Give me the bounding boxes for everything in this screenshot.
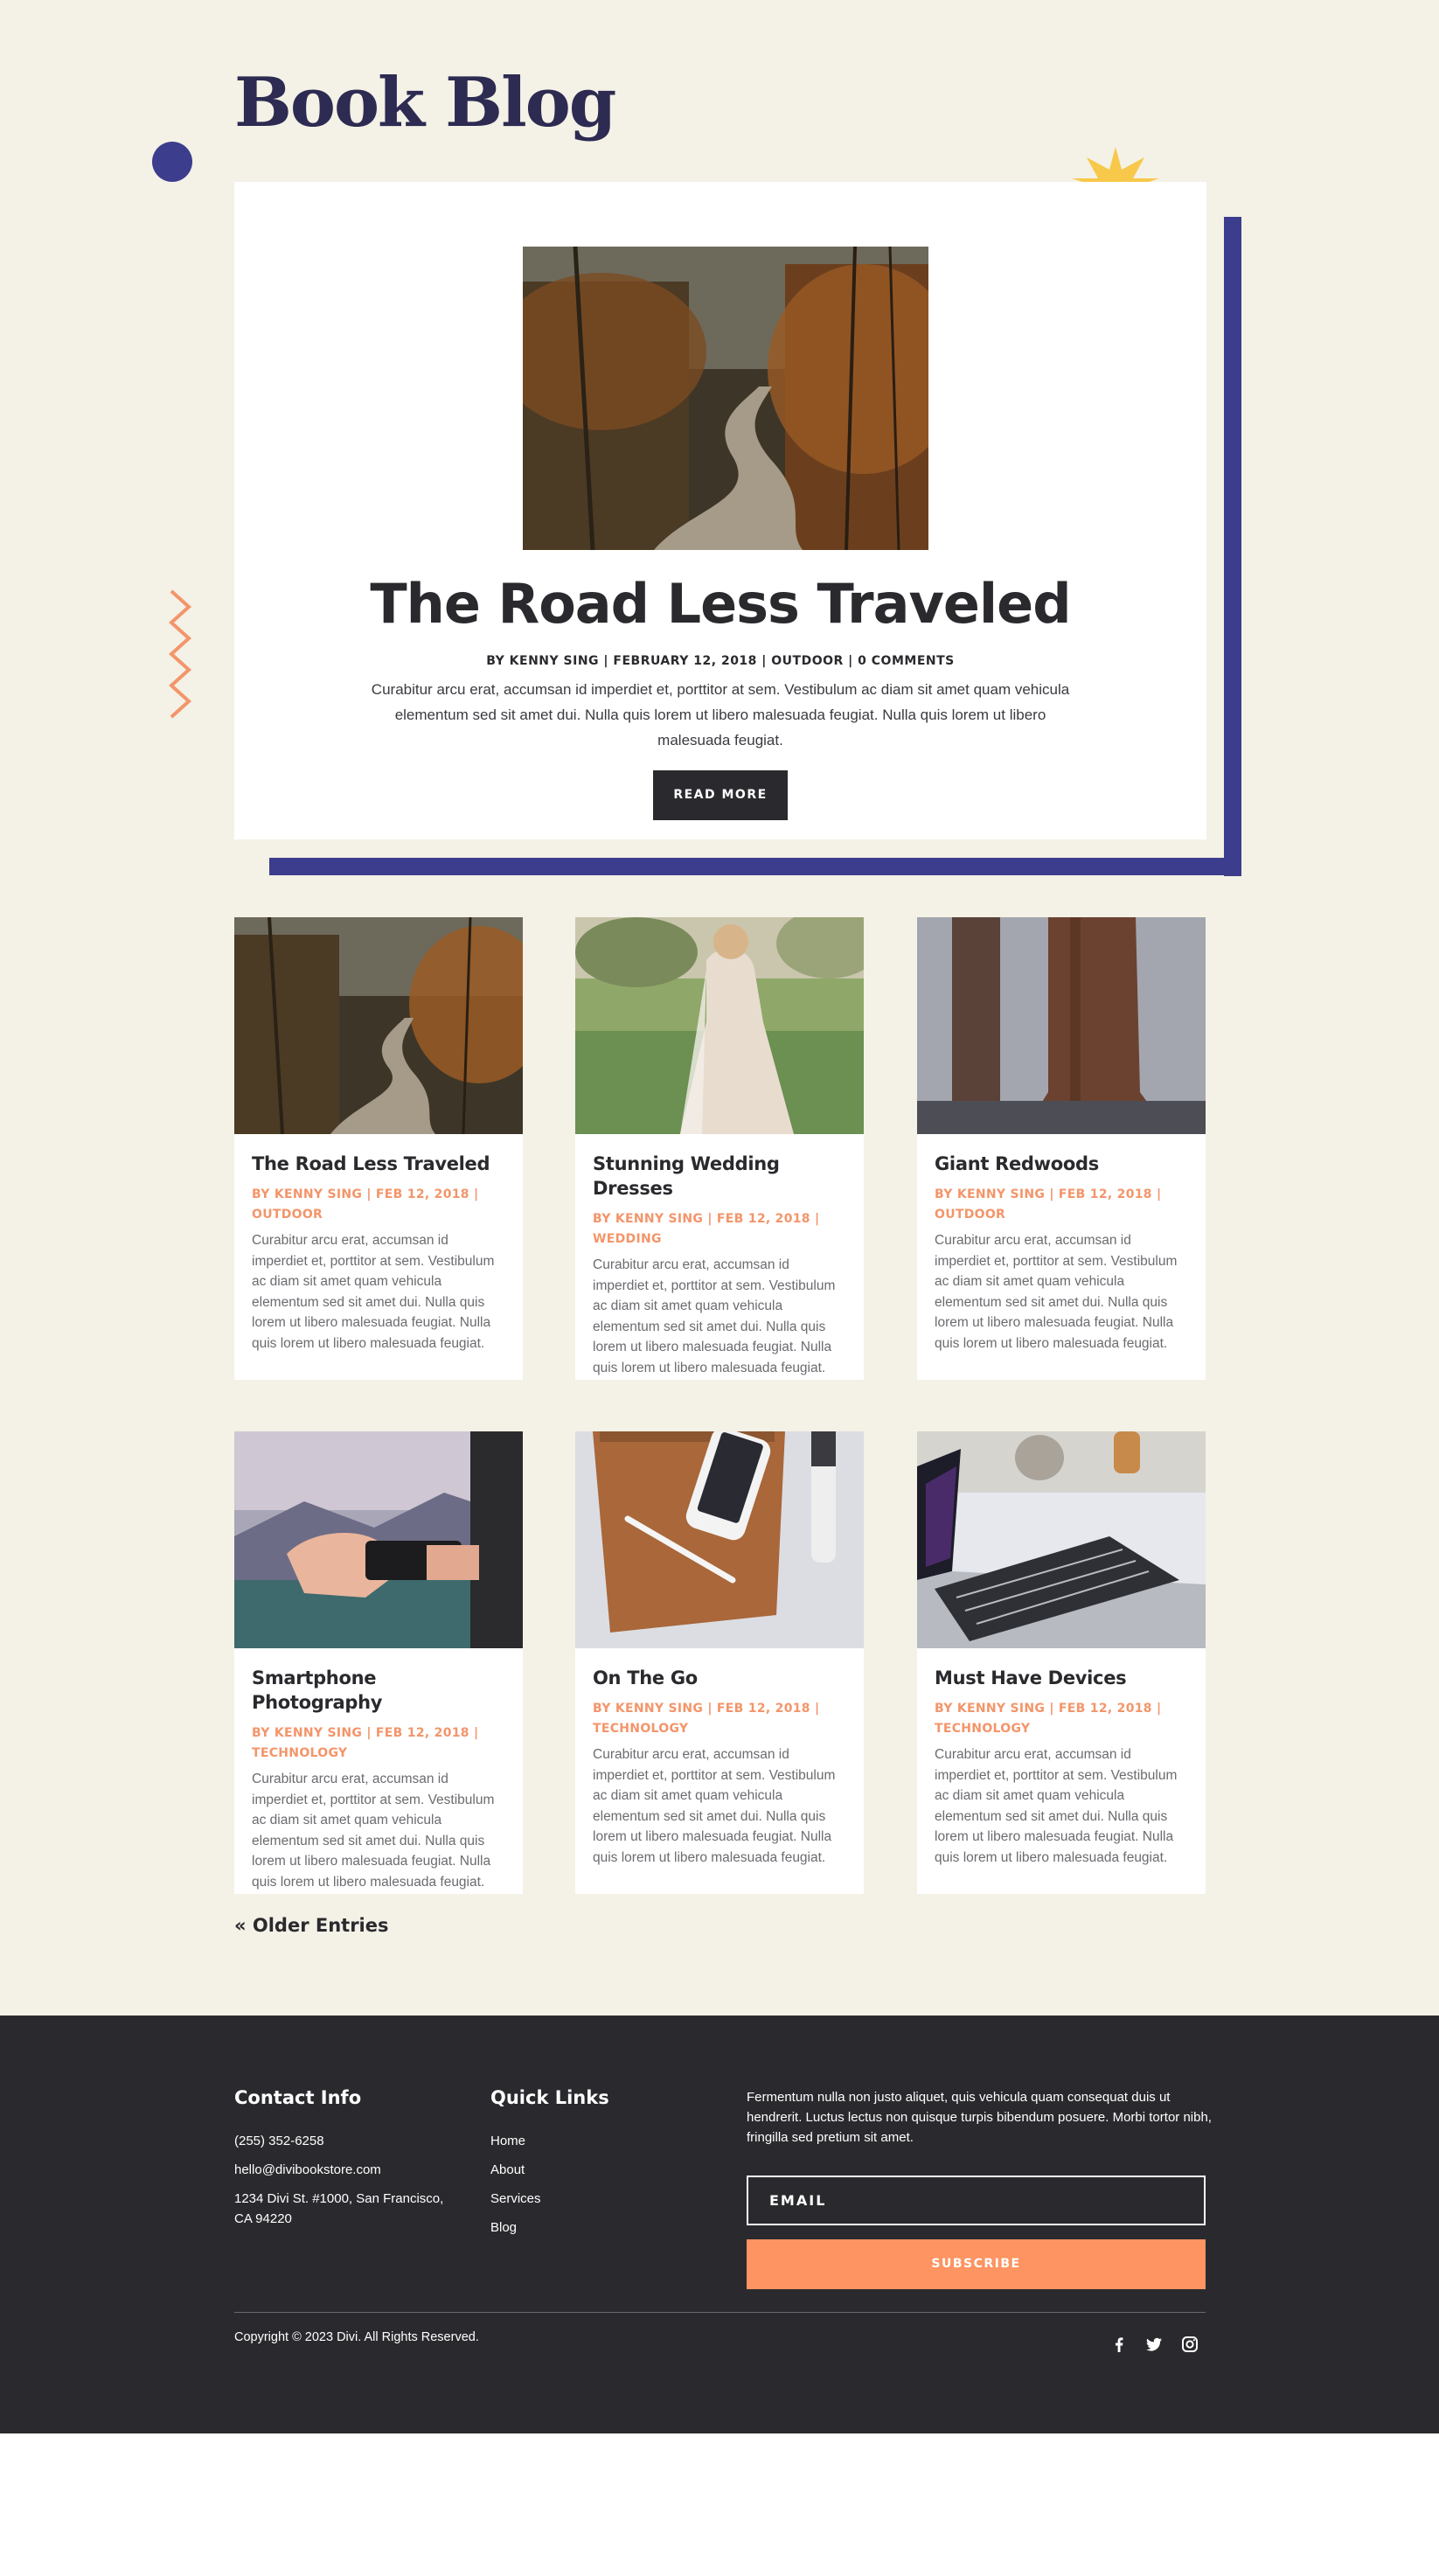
post-card: The Road Less Traveled BY KENNY SING | F… — [234, 917, 523, 1380]
older-entries-link[interactable]: « Older Entries — [234, 1915, 389, 1936]
post-card: Must Have Devices BY KENNY SING | FEB 12… — [917, 1431, 1206, 1894]
post-meta: BY KENNY SING | FEB 12, 2018 | TECHNOLOG… — [935, 1702, 1162, 1736]
post-card: On The Go BY KENNY SING | FEB 12, 2018 |… — [575, 1431, 864, 1894]
post-excerpt: Curabitur arcu erat, accumsan id imperdi… — [935, 1747, 1178, 1865]
post-excerpt: Curabitur arcu erat, accumsan id imperdi… — [252, 1772, 495, 1890]
post-meta: BY KENNY SING | FEB 12, 2018 | WEDDING — [593, 1212, 820, 1246]
post-title[interactable]: The Road Less Traveled — [252, 1152, 507, 1176]
facebook-icon[interactable] — [1109, 2334, 1130, 2355]
footer-link-about[interactable]: About — [490, 2162, 525, 2177]
sun-icon — [1063, 140, 1168, 184]
post-excerpt: Curabitur arcu erat, accumsan id imperdi… — [252, 1233, 495, 1351]
featured-meta: BY KENNY SING | FEBRUARY 12, 2018 | OUTD… — [486, 654, 955, 668]
post-meta: BY KENNY SING | FEB 12, 2018 | TECHNOLOG… — [593, 1702, 820, 1736]
featured-title[interactable]: The Road Less Traveled — [234, 572, 1206, 636]
footer-link-home[interactable]: Home — [490, 2134, 525, 2148]
post-excerpt: Curabitur arcu erat, accumsan id imperdi… — [935, 1233, 1178, 1351]
post-title[interactable]: Smartphone Photography — [252, 1666, 507, 1715]
contact-phone[interactable]: (255) 352-6258 — [234, 2134, 324, 2148]
post-excerpt: Curabitur arcu erat, accumsan id imperdi… — [593, 1257, 836, 1375]
featured-post: The Road Less Traveled BY KENNY SING | F… — [234, 182, 1206, 839]
quick-links-heading: Quick Links — [490, 2087, 609, 2108]
contact-heading: Contact Info — [234, 2087, 362, 2108]
post-image[interactable] — [575, 1431, 864, 1648]
post-image[interactable] — [575, 917, 864, 1134]
post-card: Stunning Wedding Dresses BY KENNY SING |… — [575, 917, 864, 1380]
post-title[interactable]: Must Have Devices — [935, 1666, 1190, 1690]
post-title[interactable]: On The Go — [593, 1666, 848, 1690]
featured-shadow — [269, 858, 1241, 875]
decorative-circle — [152, 142, 192, 182]
copyright-text: Copyright © 2023 Divi. All Rights Reserv… — [234, 2330, 479, 2344]
contact-address: 1234 Divi St. #1000, San Francisco, — [234, 2191, 444, 2206]
post-card: Smartphone Photography BY KENNY SING | F… — [234, 1431, 523, 1894]
post-card: Giant Redwoods BY KENNY SING | FEB 12, 2… — [917, 917, 1206, 1380]
featured-shadow — [1224, 217, 1241, 876]
footer-link-services[interactable]: Services — [490, 2191, 541, 2206]
post-excerpt: Curabitur arcu erat, accumsan id imperdi… — [593, 1747, 836, 1865]
subscribe-button[interactable]: SUBSCRIBE — [747, 2239, 1206, 2289]
instagram-icon[interactable] — [1179, 2334, 1200, 2355]
post-image[interactable] — [917, 917, 1206, 1134]
post-title[interactable]: Giant Redwoods — [935, 1152, 1190, 1176]
post-meta: BY KENNY SING | FEB 12, 2018 | TECHNOLOG… — [252, 1726, 479, 1760]
post-image[interactable] — [234, 1431, 523, 1648]
page-title: Book Blog — [234, 63, 616, 143]
featured-image[interactable] — [523, 247, 928, 550]
email-field[interactable] — [747, 2176, 1206, 2225]
contact-address: CA 94220 — [234, 2211, 292, 2226]
zigzag-decoration — [168, 588, 192, 731]
footer-link-blog[interactable]: Blog — [490, 2220, 517, 2235]
post-image[interactable] — [234, 917, 523, 1134]
contact-email[interactable]: hello@divibookstore.com — [234, 2162, 381, 2177]
twitter-icon[interactable] — [1144, 2334, 1164, 2355]
post-image[interactable] — [917, 1431, 1206, 1648]
post-meta: BY KENNY SING | FEB 12, 2018 | OUTDOOR — [935, 1187, 1162, 1222]
footer-divider — [234, 2312, 1206, 2313]
featured-excerpt: Curabitur arcu erat, accumsan id imperdi… — [371, 681, 1070, 748]
post-title[interactable]: Stunning Wedding Dresses — [593, 1152, 848, 1201]
newsletter-text: Fermentum nulla non justo aliquet, quis … — [747, 2090, 1212, 2145]
read-more-button[interactable]: READ MORE — [653, 770, 788, 820]
site-footer: Contact Info (255) 352-6258 hello@divibo… — [0, 2016, 1439, 2433]
post-meta: BY KENNY SING | FEB 12, 2018 | OUTDOOR — [252, 1187, 479, 1222]
